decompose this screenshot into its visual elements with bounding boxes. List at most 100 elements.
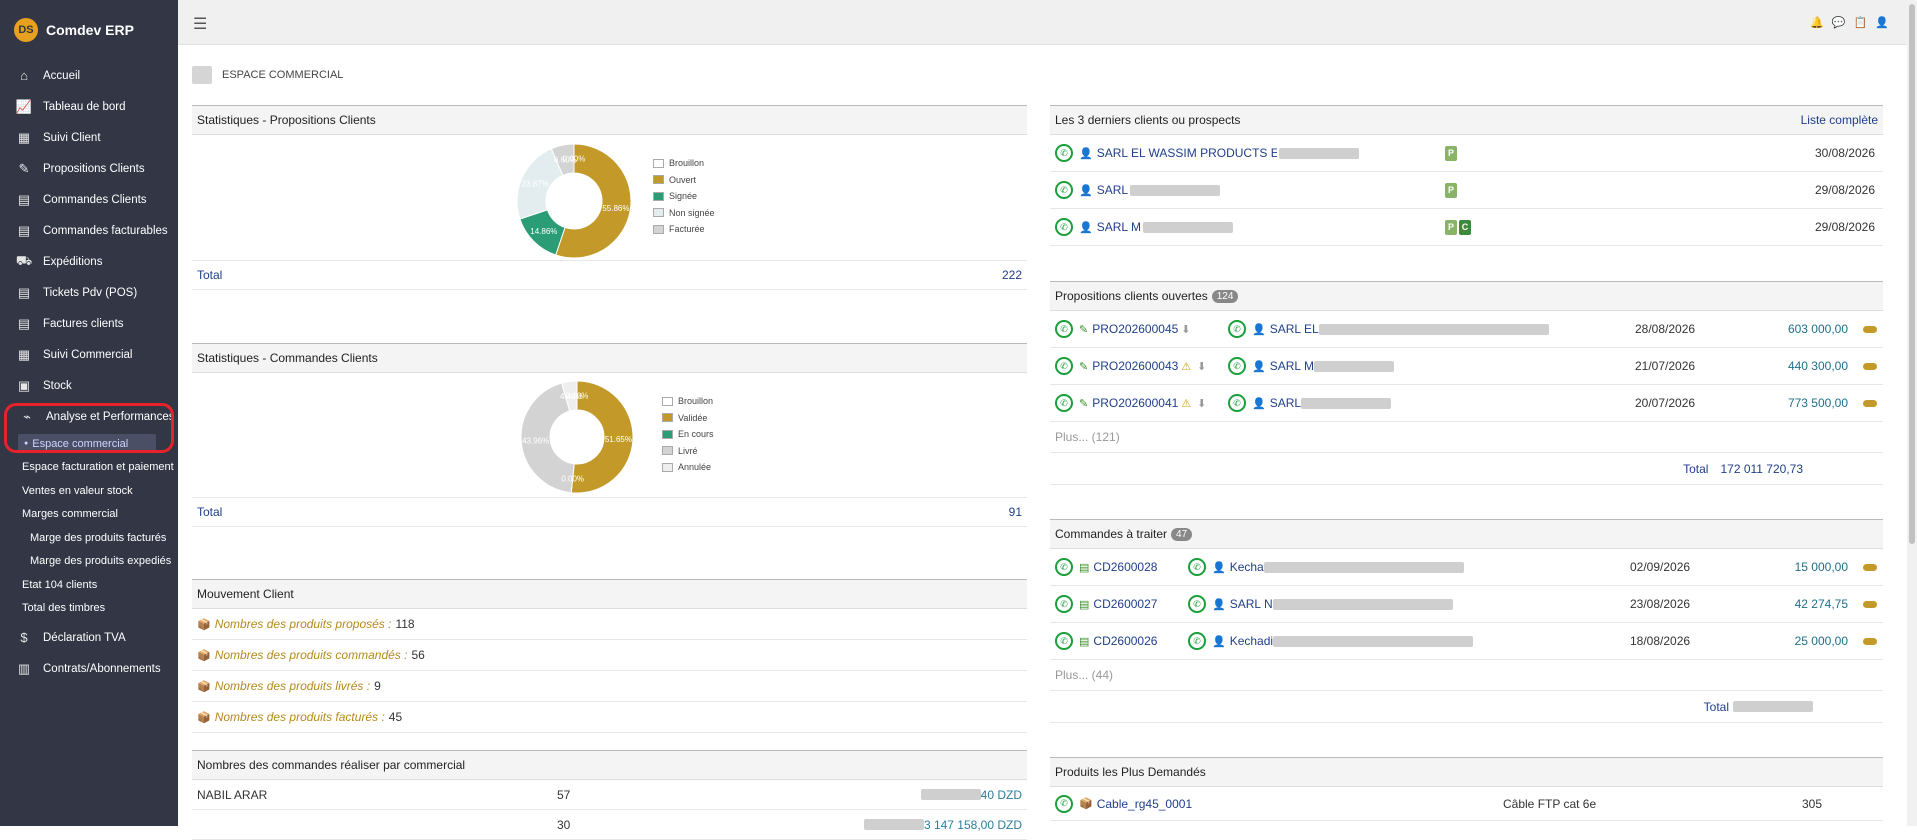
sidebar-sub-item[interactable]: Marge des produits facturés <box>0 526 178 550</box>
whatsapp-icon[interactable]: ✆ <box>1055 181 1073 199</box>
sidebar-item-label: Propositions Clients <box>43 162 145 175</box>
sidebar-sub-item[interactable]: Marge des produits expediés <box>0 550 178 574</box>
menu-toggle-icon[interactable]: ☰ <box>193 14 207 34</box>
proposition-ref[interactable]: PRO202600043 <box>1092 359 1178 373</box>
clipboard-icon[interactable]: 📋 <box>1854 16 1868 29</box>
commande-ref[interactable]: CD2600026 <box>1093 634 1157 648</box>
sidebar-item-5[interactable]: ▤ Commandes facturables <box>0 215 178 246</box>
sidebar-item-8[interactable]: ▤ Factures clients <box>0 308 178 339</box>
liste-complete-link[interactable]: Liste complète <box>1801 113 1878 127</box>
download-icon[interactable]: ⬇ <box>1181 323 1190 336</box>
client-name[interactable]: SARL M <box>1270 359 1314 373</box>
proposition-ref[interactable]: PRO202600041 <box>1092 396 1178 410</box>
tag-p: P <box>1445 183 1457 198</box>
whatsapp-icon[interactable]: ✆ <box>1055 357 1073 375</box>
produit-ref[interactable]: Cable_rg45_0001 <box>1097 797 1192 811</box>
total-label[interactable]: Total <box>197 505 1009 519</box>
mouvement-label[interactable]: Nombres des produits commandés : <box>215 648 408 662</box>
mouvement-label[interactable]: Nombres des produits livrés : <box>215 679 370 693</box>
sidebar-item-2[interactable]: ▦ Suivi Client <box>0 122 178 153</box>
whatsapp-icon[interactable]: ✆ <box>1188 632 1206 650</box>
total-row: Total 222 <box>192 260 1027 290</box>
whatsapp-icon[interactable]: ✆ <box>1055 632 1073 650</box>
total-value[interactable]: 222 <box>1002 268 1022 282</box>
whatsapp-icon[interactable]: ✆ <box>1055 218 1073 236</box>
page-scrollbar[interactable] <box>1907 0 1917 826</box>
user-avatar-icon[interactable]: 👤 <box>1875 16 1889 29</box>
box-icon: 📦 <box>197 680 211 693</box>
legend-swatch <box>662 446 673 456</box>
client-name[interactable]: SARL <box>1270 396 1301 410</box>
sidebar-item-10[interactable]: ▣ Stock <box>0 370 178 401</box>
mouvement-value: 56 <box>411 648 425 662</box>
sidebar-sub-item[interactable]: Etat 104 clients <box>0 573 178 597</box>
client-name[interactable]: SARL <box>1097 183 1128 197</box>
whatsapp-icon[interactable]: ✆ <box>1188 595 1206 613</box>
proposition-amount: 603 000,00 <box>1787 322 1848 336</box>
whatsapp-icon[interactable]: ✆ <box>1228 394 1246 412</box>
mouvement-label[interactable]: Nombres des produits proposés : <box>215 617 392 631</box>
page-header: ESPACE COMMERCIAL <box>192 66 343 84</box>
client-name[interactable]: SARL N <box>1230 597 1273 611</box>
sidebar-item-label: Factures clients <box>43 317 124 330</box>
sidebar-item-3[interactable]: ✎ Propositions Clients <box>0 153 178 184</box>
client-tags: PC <box>1445 219 1473 235</box>
commande-ref[interactable]: CD2600027 <box>1093 597 1157 611</box>
legend-label: Brouillon <box>678 396 714 407</box>
redacted-name <box>1130 184 1221 196</box>
total-label[interactable]: Total <box>197 268 1002 282</box>
legend-item: En cours <box>662 426 714 443</box>
whatsapp-icon[interactable]: ✆ <box>1188 558 1206 576</box>
sidebar-item-1[interactable]: 📈 Tableau de bord <box>0 91 178 122</box>
sidebar-item-label: Accueil <box>43 69 81 82</box>
more-link[interactable]: Plus... (44) <box>1055 668 1113 682</box>
whatsapp-icon[interactable]: ✆ <box>1228 320 1246 338</box>
commercial-count: 30 <box>557 817 571 832</box>
proposition-ref[interactable]: PRO202600045 <box>1092 322 1178 336</box>
warning-icon: ⚠ <box>1181 397 1192 410</box>
client-cell: ✆ 👤 SARL <box>1228 394 1392 412</box>
sidebar-bottom-item-1[interactable]: ▥ Contrats/Abonnements <box>0 653 178 684</box>
redacted-name <box>1142 221 1233 233</box>
sidebar-sub-item[interactable]: Total des timbres <box>0 597 178 621</box>
par-commercial-panel: Nombres des commandes réaliser par comme… <box>192 750 1027 840</box>
sidebar-item-label: Contrats/Abonnements <box>43 662 161 675</box>
whatsapp-icon[interactable]: ✆ <box>1055 595 1073 613</box>
download-icon[interactable]: ⬇ <box>1197 360 1206 373</box>
whatsapp-icon[interactable]: ✆ <box>1055 394 1073 412</box>
legend-item: Livré <box>662 443 714 460</box>
briefcase-icon: ▥ <box>17 660 31 676</box>
sidebar-item-6[interactable]: ⛟ Expéditions <box>0 246 178 277</box>
mouvement-label[interactable]: Nombres des produits facturés : <box>215 710 385 724</box>
notification-icon[interactable]: 🔔 <box>1810 16 1824 29</box>
legend-item: Annulée <box>662 459 714 476</box>
sidebar-item-9[interactable]: ▦ Suivi Commercial <box>0 339 178 370</box>
brand[interactable]: DS Comdev ERP <box>0 0 178 60</box>
total-row: Total 91 <box>192 497 1027 527</box>
commande-ref[interactable]: CD2600028 <box>1093 560 1157 574</box>
client-name[interactable]: SARL EL WASSIM PRODUCTS EQAM (Hamza Zaou… <box>1097 146 1277 160</box>
commercial-amount[interactable]: 40 DZD <box>981 788 1022 802</box>
whatsapp-icon[interactable]: ✆ <box>1055 794 1073 813</box>
download-icon[interactable]: ⬇ <box>1197 397 1206 410</box>
sidebar-bottom-item-0[interactable]: $ Déclaration TVA <box>0 622 178 653</box>
more-link[interactable]: Plus... (121) <box>1055 430 1120 444</box>
sidebar-sub-item[interactable]: Marges commercial <box>0 503 178 527</box>
whatsapp-icon[interactable]: ✆ <box>1055 144 1073 162</box>
sidebar-item-7[interactable]: ▤ Tickets Pdv (POS) <box>0 277 178 308</box>
whatsapp-icon[interactable]: ✆ <box>1228 357 1246 375</box>
produit-row: ✆ 📦 Cable_rg45_0001 Câble FTP cat 6e 305 <box>1050 787 1883 821</box>
sidebar-sub-item[interactable]: Espace facturation et paiement <box>0 456 178 480</box>
client-name[interactable]: Kechadi <box>1230 634 1273 648</box>
commercial-amount[interactable]: 3 147 158,00 DZD <box>924 818 1022 832</box>
client-name[interactable]: SARL M <box>1097 220 1141 234</box>
sidebar-item-0[interactable]: ⌂ Accueil <box>0 60 178 91</box>
whatsapp-icon[interactable]: ✆ <box>1055 320 1073 338</box>
whatsapp-icon[interactable]: ✆ <box>1055 558 1073 576</box>
client-name[interactable]: Kecha <box>1230 560 1264 574</box>
chat-icon[interactable]: 💬 <box>1832 16 1846 29</box>
total-value[interactable]: 91 <box>1009 505 1022 519</box>
sidebar-sub-item[interactable]: Ventes en valeur stock <box>0 479 178 503</box>
sidebar-item-4[interactable]: ▤ Commandes Clients <box>0 184 178 215</box>
client-name[interactable]: SARL EL <box>1270 322 1319 336</box>
